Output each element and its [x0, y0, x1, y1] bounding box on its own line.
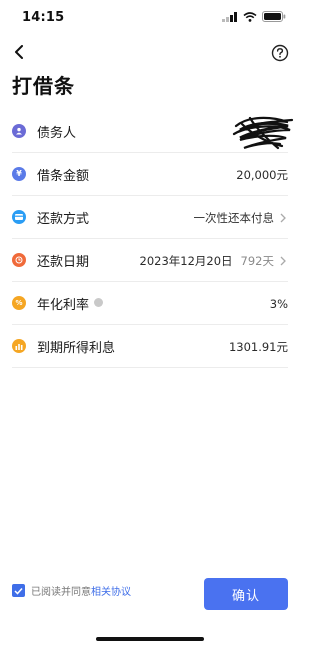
- agreement-text: 已阅读并同意: [31, 587, 91, 598]
- wifi-icon: [243, 11, 257, 22]
- agreement-link[interactable]: 相关协议: [91, 587, 131, 598]
- status-icons: [222, 11, 286, 22]
- chevron-right-icon: [280, 213, 286, 222]
- status-time: 14:15: [22, 10, 65, 25]
- info-icon[interactable]: [94, 297, 104, 307]
- bar-chart-icon: [12, 339, 26, 353]
- confirm-button[interactable]: 确认: [204, 578, 288, 610]
- annual-rate-value: 3%: [269, 296, 288, 311]
- check-icon: [14, 587, 23, 595]
- row-label: 债务人: [37, 125, 77, 141]
- row-label: 到期所得利息: [37, 340, 116, 356]
- yen-icon: ¥: [12, 167, 26, 181]
- chevron-left-icon: [15, 45, 23, 59]
- row-repayment-method[interactable]: 还款方式 一次性还本付息: [12, 196, 288, 239]
- row-label: 还款方式: [37, 211, 90, 227]
- home-indicator: [96, 637, 204, 641]
- form-list: 债务人 ¥ 借条金额 20,000元 还款方式 一次性还本付息 还款日期 202…: [12, 110, 294, 368]
- back-button[interactable]: [8, 41, 30, 63]
- cellular-signal-icon: [222, 11, 237, 22]
- person-icon: [12, 124, 26, 138]
- row-interest: 到期所得利息 1301.91元: [12, 325, 288, 368]
- row-value: 2023年12月20日 792天: [140, 239, 289, 282]
- repayment-method-value: 一次性还本付息: [193, 210, 275, 225]
- agreement-checkbox[interactable]: [12, 584, 25, 597]
- row-annual-rate[interactable]: % 年化利率 3%: [12, 282, 288, 325]
- card-icon: [12, 210, 26, 224]
- chevron-right-icon: [280, 256, 286, 265]
- help-button[interactable]: [271, 44, 289, 62]
- battery-icon: [262, 11, 286, 22]
- row-amount[interactable]: ¥ 借条金额 20,000元: [12, 153, 288, 196]
- row-label: 借条金额: [37, 168, 90, 184]
- row-value: 20,000元: [236, 153, 288, 196]
- amount-value: 20,000元: [236, 167, 288, 182]
- days-count: 792天: [240, 253, 274, 268]
- redaction-scribble: [232, 116, 294, 150]
- clock-icon: [12, 253, 26, 267]
- repayment-date-value: 2023年12月20日: [139, 253, 233, 268]
- agreement: 已阅读并同意相关协议: [12, 583, 131, 598]
- percent-icon: %: [12, 296, 26, 310]
- help-icon: [271, 44, 289, 62]
- row-label: 还款日期: [37, 254, 90, 270]
- row-debtor[interactable]: 债务人: [12, 110, 294, 153]
- page-title: 打借条: [12, 74, 75, 98]
- row-value: 一次性还本付息: [194, 196, 289, 239]
- row-value: 3%: [270, 282, 288, 325]
- nav-bar: [0, 40, 300, 66]
- row-value: 1301.91元: [229, 325, 288, 368]
- row-repayment-date[interactable]: 还款日期 2023年12月20日 792天: [12, 239, 288, 282]
- interest-value: 1301.91元: [228, 339, 288, 354]
- status-bar: 14:15: [0, 0, 300, 36]
- row-label: 年化利率: [37, 297, 90, 313]
